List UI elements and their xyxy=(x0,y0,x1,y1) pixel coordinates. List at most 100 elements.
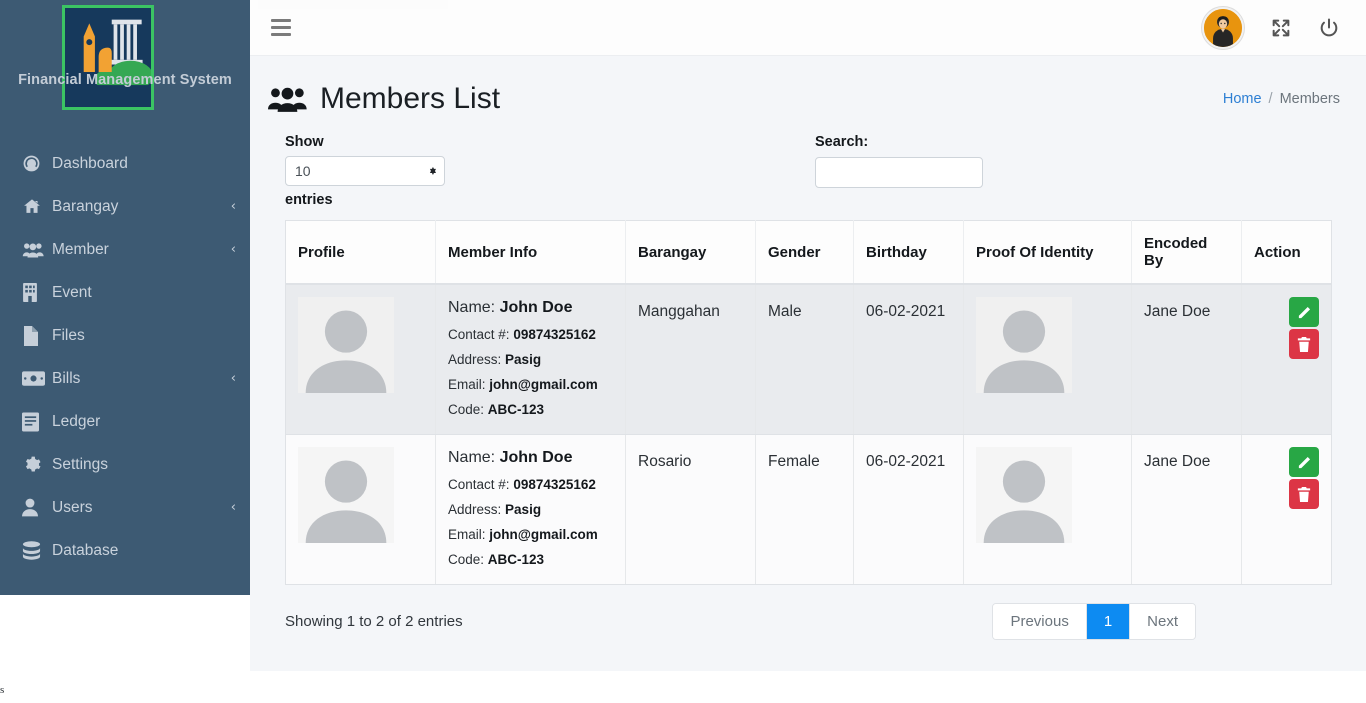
city-seal-logo-icon xyxy=(65,8,151,107)
avatar-placeholder-icon xyxy=(976,297,1072,393)
col-barangay[interactable]: Barangay xyxy=(625,220,756,285)
members-card: Show 10 ▲▼ entries Search: xyxy=(285,134,1332,641)
code-label: Code: xyxy=(448,552,485,567)
users-group-icon xyxy=(22,241,52,259)
pagination-page-1[interactable]: 1 xyxy=(1086,603,1131,639)
breadcrumb: Home / Members xyxy=(1223,91,1340,107)
sidebar-item-label: Bills xyxy=(52,369,81,387)
member-contact-line: Contact #: 09874325162 xyxy=(448,472,613,497)
sidebar-item-ledger[interactable]: Ledger xyxy=(0,400,250,443)
col-action: Action xyxy=(1241,220,1332,285)
trash-icon xyxy=(1297,486,1311,502)
database-icon xyxy=(22,541,52,560)
cell-gender: Male xyxy=(755,284,854,435)
topbar-actions xyxy=(1202,6,1366,49)
home-icon xyxy=(22,197,52,216)
contact-label: Contact #: xyxy=(448,327,510,342)
email-label: Email: xyxy=(448,377,486,392)
member-address: Pasig xyxy=(505,502,542,517)
member-name: John Doe xyxy=(499,299,573,316)
brand-block[interactable]: Financial Management System xyxy=(0,0,250,115)
sidebar-item-label: Event xyxy=(52,283,92,301)
col-gender[interactable]: Gender xyxy=(755,220,854,285)
gender-value: Female xyxy=(768,453,820,470)
cell-member-info: Name: John Doe Contact #: 09874325162 Ad… xyxy=(435,434,626,585)
action-buttons xyxy=(1254,447,1319,509)
barangay-value: Rosario xyxy=(638,453,692,470)
member-code: ABC-123 xyxy=(487,402,545,417)
avatar-placeholder-icon xyxy=(298,297,394,393)
top-overlap-fragment xyxy=(258,0,448,9)
action-buttons xyxy=(1254,297,1319,359)
chevron-left-icon: ‹ xyxy=(230,500,236,515)
member-contact: 09874325162 xyxy=(513,327,596,342)
col-birthday[interactable]: Birthday xyxy=(853,220,964,285)
edit-button[interactable] xyxy=(1289,297,1319,327)
chevron-left-icon: ‹ xyxy=(230,242,236,257)
pagination-next[interactable]: Next xyxy=(1130,603,1195,639)
length-control: Show 10 ▲▼ entries xyxy=(285,134,445,208)
search-input[interactable] xyxy=(815,157,983,188)
col-encoded-by[interactable]: Encoded By xyxy=(1131,220,1242,285)
gender-value: Male xyxy=(768,303,802,320)
col-proof-of-identity[interactable]: Proof Of Identity xyxy=(963,220,1132,285)
avatar[interactable] xyxy=(1202,6,1244,49)
member-email-line: Email: john@gmail.com xyxy=(448,522,613,547)
cell-action xyxy=(1241,434,1332,585)
member-name-line: Name: John Doe xyxy=(448,447,613,469)
avatar-placeholder-icon xyxy=(976,447,1072,543)
table-body: Name: John Doe Contact #: 09874325162 Ad… xyxy=(285,284,1332,585)
fullscreen-expand-icon[interactable] xyxy=(1270,17,1292,39)
building-icon xyxy=(22,283,52,302)
cell-birthday: 06-02-2021 xyxy=(853,284,964,435)
cell-gender: Female xyxy=(755,434,854,585)
email-label: Email: xyxy=(448,527,486,542)
sidebar-nav: Dashboard Barangay ‹ Member ‹ Event File… xyxy=(0,115,250,572)
sidebar-item-dashboard[interactable]: Dashboard xyxy=(0,142,250,185)
address-label: Address: xyxy=(448,502,502,517)
members-table: Profile Member Info Barangay Gender Birt… xyxy=(285,220,1332,585)
sidebar-item-settings[interactable]: Settings xyxy=(0,443,250,486)
file-icon xyxy=(22,325,52,346)
chevron-left-icon: ‹ xyxy=(230,199,236,214)
pagination-previous[interactable]: Previous xyxy=(993,603,1087,639)
power-off-icon[interactable] xyxy=(1318,17,1340,39)
sidebar-item-barangay[interactable]: Barangay ‹ xyxy=(0,185,250,228)
hamburger-bar xyxy=(271,19,291,22)
sidebar-item-bills[interactable]: Bills ‹ xyxy=(0,357,250,400)
sidebar: Financial Management System Dashboard Ba… xyxy=(0,0,250,595)
sidebar-item-files[interactable]: Files xyxy=(0,314,250,357)
col-member-info[interactable]: Member Info xyxy=(435,220,626,285)
sidebar-item-label: Database xyxy=(52,541,119,559)
showing-entries-text: Showing 1 to 2 of 2 entries xyxy=(285,612,463,630)
encoded-by-value: Jane Doe xyxy=(1144,453,1211,470)
col-profile[interactable]: Profile xyxy=(285,220,436,285)
show-label: Show xyxy=(285,134,324,150)
member-contact-line: Contact #: 09874325162 xyxy=(448,322,613,347)
name-label: Name: xyxy=(448,449,496,466)
sidebar-item-database[interactable]: Database xyxy=(0,529,250,572)
member-email: john@gmail.com xyxy=(489,527,598,542)
breadcrumb-home-link[interactable]: Home xyxy=(1223,91,1262,107)
search-label: Search: xyxy=(815,134,869,150)
app-root: Financial Management System Dashboard Ba… xyxy=(0,0,1366,703)
sidebar-item-users[interactable]: Users ‹ xyxy=(0,486,250,529)
cell-birthday: 06-02-2021 xyxy=(853,434,964,585)
breadcrumb-current: Members xyxy=(1279,91,1340,107)
sidebar-item-member[interactable]: Member ‹ xyxy=(0,228,250,271)
delete-button[interactable] xyxy=(1289,329,1319,359)
pencil-icon xyxy=(1298,456,1310,468)
entries-per-page-select[interactable]: 10 xyxy=(285,156,445,186)
entries-label: entries xyxy=(285,192,333,208)
chevron-left-icon: ‹ xyxy=(230,371,236,386)
member-email: john@gmail.com xyxy=(489,377,598,392)
user-icon xyxy=(22,498,52,517)
delete-button[interactable] xyxy=(1289,479,1319,509)
money-bill-icon xyxy=(22,371,52,386)
book-icon xyxy=(22,412,52,432)
hamburger-icon[interactable] xyxy=(271,14,299,42)
sidebar-item-event[interactable]: Event xyxy=(0,271,250,314)
cell-member-info: Name: John Doe Contact #: 09874325162 Ad… xyxy=(435,284,626,435)
trash-icon xyxy=(1297,336,1311,352)
edit-button[interactable] xyxy=(1289,447,1319,477)
